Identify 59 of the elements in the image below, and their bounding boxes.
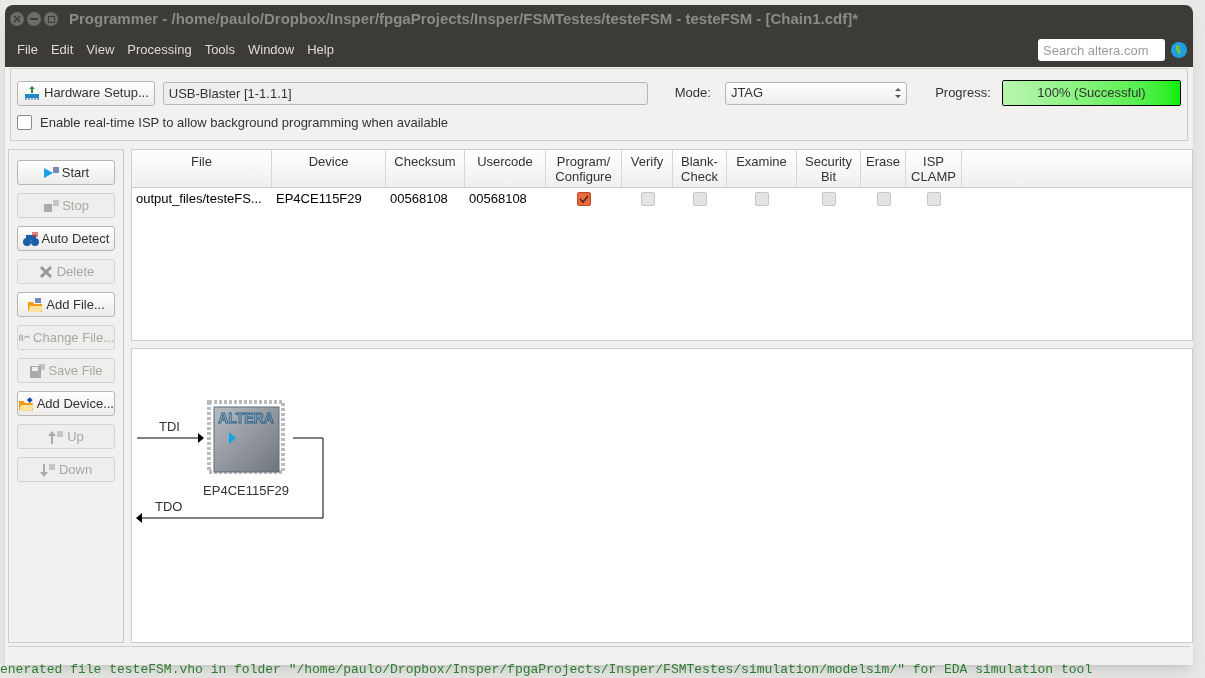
tdo-label: TDO [155,499,183,514]
progress-text: 100% (Successful) [1036,84,1147,102]
mode-dropdown[interactable]: JTAG [724,81,908,105]
table-cell-text: 00568108 [389,190,449,209]
column-header[interactable]: Program/ Configure [546,150,622,187]
hardware-field[interactable]: USB-Blaster [1-1.1.1] [162,81,648,105]
tdi-label: TDI [159,419,180,434]
hardware-setup-button[interactable]: Hardware Setup... [17,80,155,106]
maximize-button[interactable] [44,12,58,26]
console-line: enerated file testeFSM.vho in folder "/home/paulo/Dropbox/Insper/fpgaProjects/Insper/FSMTestes/simulation/modelsim/" for EDA simulation tool [0,662,1093,678]
table-cell-text: 00568108 [468,190,528,209]
column-header[interactable]: File [132,150,272,187]
close-button[interactable] [10,12,24,26]
tdo-arrow-icon [136,513,142,523]
column-header[interactable]: Device [272,150,386,187]
detect-button[interactable]: Auto Detect [17,226,115,251]
menu-item[interactable]: File [12,40,43,60]
column-header[interactable]: Examine [727,150,797,187]
column-header[interactable]: Security Bit [797,150,861,187]
adddevice-button[interactable]: Add Device... [17,391,115,416]
up-arrow-icon [48,428,66,445]
binoculars-icon [22,230,40,247]
checkbox-label: Enable real-time ISP to allow background programming when available [40,114,449,132]
search-field[interactable]: Search altera.com [1038,39,1165,61]
checkbox[interactable] [577,192,591,206]
window-title: Programmer - /home/paulo/Dropbox/Insper/fpgaProjects/Insper/FSMTestes/testeFSM - testeFSM - [Chain1.cdf]* [69,8,859,29]
column-header[interactable]: Verify [622,150,673,187]
spinner-icon [895,87,902,99]
column-header[interactable]: Blank- Check [673,150,727,187]
stop-icon [43,197,61,214]
column-header[interactable]: Checksum [386,150,465,187]
menu-item[interactable]: Window [243,40,300,60]
globe-icon[interactable] [1171,42,1187,58]
menu-item[interactable]: Tools [199,40,240,60]
table-cell-text: output_files/testeFS... [135,190,263,209]
folder-icon [18,395,35,412]
down-arrow-icon [39,461,57,478]
tdi-arrow [136,433,204,443]
delete-icon [37,263,55,280]
menu-item[interactable]: Help [302,40,339,60]
device-label: EP4CE115F29 [203,483,289,498]
start-button[interactable]: Start [17,160,115,185]
mode-label: Mode: [674,84,711,103]
addfile-button[interactable]: Add File... [17,292,115,317]
menu-item[interactable]: View [81,40,120,60]
menu-item[interactable]: Edit [45,40,79,60]
hardware-icon [23,85,41,101]
floppy-disk-icon [29,362,47,379]
checkbox[interactable] [17,115,32,131]
table-cell-text: EP4CE115F29 [275,190,363,209]
column-header[interactable]: ISP CLAMP [906,150,962,187]
minimize-button[interactable] [27,12,41,26]
column-header[interactable]: Erase [861,150,906,187]
play-icon [42,164,60,181]
menu-item[interactable]: Processing [122,40,197,60]
progress-label: Progress: [935,84,991,103]
column-header[interactable]: Usercode [465,150,546,187]
folder-icon [27,296,45,313]
chip-drawing: ALTERA [207,400,285,474]
